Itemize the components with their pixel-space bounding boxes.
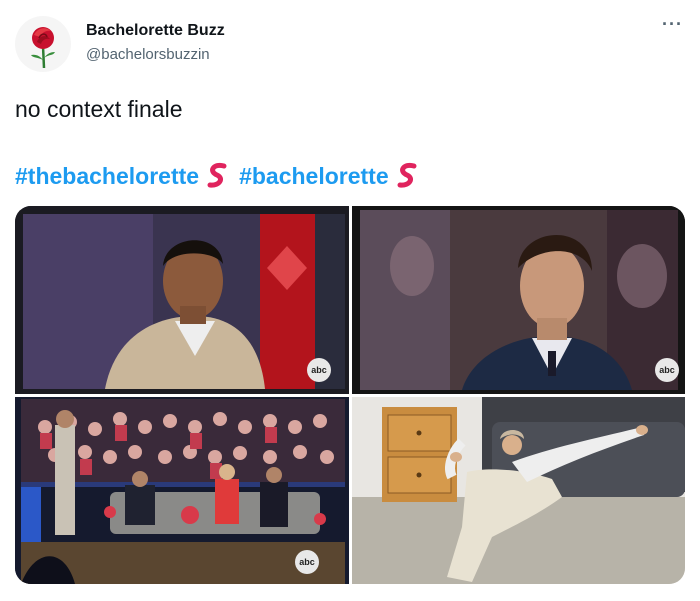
hashflag-icon [205, 161, 231, 191]
author-handle[interactable]: @bachelorsbuzzin [86, 46, 210, 63]
more-options-icon[interactable]: ··· [662, 14, 683, 35]
abc-logo-icon: abc [655, 358, 679, 382]
media-image-3[interactable]: abc [15, 397, 349, 584]
media-grid: abc abc abc [15, 206, 685, 584]
hashtag-row: #thebachelorette #bachelorette [15, 160, 429, 192]
media-image-4[interactable] [352, 397, 685, 584]
hashtag-bachelorette[interactable]: #bachelorette [239, 163, 389, 190]
tweet-text: no context finale [15, 96, 183, 122]
media-image-1[interactable]: abc [15, 206, 349, 394]
avatar[interactable] [15, 16, 71, 72]
red-rose-icon [31, 27, 55, 69]
abc-logo-icon: abc [295, 550, 319, 574]
media-image-2[interactable]: abc [352, 206, 685, 394]
hashtag-thebachelorette[interactable]: #thebachelorette [15, 163, 199, 190]
author-name[interactable]: Bachelorette Buzz [86, 22, 225, 40]
abc-logo-icon: abc [307, 358, 331, 382]
hashflag-icon [395, 161, 421, 191]
